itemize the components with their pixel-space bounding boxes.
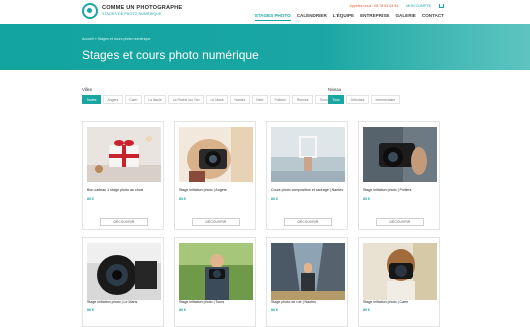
course-price: 80 € — [271, 197, 278, 201]
city-chip[interactable]: Poitiers — [269, 95, 291, 104]
course-price: 80 € — [363, 308, 370, 312]
level-chip[interactable]: Intermédiaire — [370, 95, 400, 104]
course-title[interactable]: Stage initiation photo | Caen — [363, 300, 437, 304]
street-photographer-image[interactable] — [271, 243, 345, 300]
city-chip[interactable]: Caen — [124, 95, 142, 104]
gift-box-image[interactable] — [87, 127, 161, 182]
camera-closeup-image[interactable] — [87, 243, 161, 300]
discover-button[interactable]: DÉCOUVRIR — [376, 218, 424, 226]
course-card[interactable]: Stage photo de rue | Nantes 80 € — [266, 237, 348, 327]
city-chip[interactable]: Nantes — [230, 95, 250, 104]
frame-at-sea-image[interactable] — [271, 127, 345, 182]
course-price: 80 € — [87, 308, 94, 312]
course-card[interactable]: Stage initiation photo | Poitiers 80 € D… — [358, 121, 440, 230]
course-price: 80 € — [179, 308, 186, 312]
level-filter-label: Niveau — [328, 87, 342, 92]
top-utility-bar: Appelez nous : 06 78 54 04 54 MON COMPTE — [349, 4, 444, 8]
nav-calendrier[interactable]: CALENDRIER — [297, 13, 327, 21]
woman-photographer-image[interactable] — [363, 243, 437, 300]
nav-stages-photo[interactable]: STAGES PHOTO — [254, 13, 291, 21]
city-filter: Villes Toutes Angers Caen La Baule La Ro… — [82, 87, 334, 104]
course-card[interactable]: Stage initiation photo | Caen 80 € — [358, 237, 440, 327]
city-chip[interactable]: Toutes — [82, 95, 101, 104]
level-chip[interactable]: Débutant — [346, 95, 369, 104]
course-title[interactable]: Stage initiation photo | Tours — [179, 300, 253, 304]
discover-button[interactable]: DÉCOUVRIR — [192, 218, 240, 226]
camera-logo-icon — [82, 3, 98, 19]
city-chip[interactable]: La Roche sur Yon — [168, 95, 205, 104]
logo-name: COMME UN PHOTOGRAPHE — [102, 4, 183, 11]
course-price: 80 € — [271, 308, 278, 312]
account-link[interactable]: MON COMPTE — [406, 4, 431, 8]
site-header: COMME UN PHOTOGRAPHE STAGES DE PHOTO NUM… — [0, 0, 530, 24]
discover-button[interactable]: DÉCOUVRIR — [100, 218, 148, 226]
breadcrumb[interactable]: Accueil » Stages et cours photo numériqu… — [82, 37, 151, 41]
page-title: Stages et cours photo numérique — [82, 48, 259, 62]
course-card[interactable]: Stage initiation photo | Tours 80 € — [174, 237, 256, 327]
city-chip[interactable]: Le Mans — [206, 95, 229, 104]
course-title[interactable]: Cours photo composition et cadrage | Nan… — [271, 188, 345, 192]
main-nav: STAGES PHOTO CALENDRIER L'ÉQUIPE ENTREPR… — [249, 13, 444, 21]
discover-button[interactable]: DÉCOUVRIR — [284, 218, 332, 226]
city-filter-label: Villes — [82, 87, 92, 92]
level-chip[interactable]: Tous — [328, 95, 345, 104]
course-card[interactable]: Stage initiation photo | Le Mans 80 € — [82, 237, 164, 327]
course-price: 80 € — [179, 197, 186, 201]
photographer-forest-image[interactable] — [179, 243, 253, 300]
nav-entreprise[interactable]: ENTREPRISE — [360, 13, 389, 21]
page-hero: Accueil » Stages et cours photo numériqu… — [0, 24, 530, 70]
course-price: 80 € — [87, 197, 94, 201]
course-card[interactable]: Stage initiation photo | Angers 80 € DÉC… — [174, 121, 256, 230]
nav-galerie[interactable]: GALERIE — [395, 13, 415, 21]
course-title[interactable]: Bon cadeau 1 stage photo au choix — [87, 188, 161, 192]
city-chip[interactable]: Rennes — [292, 95, 313, 104]
course-price: 80 € — [363, 197, 370, 201]
course-title[interactable]: Stage initiation photo | Angers — [179, 188, 253, 192]
level-filter: Niveau Tous Débutant Intermédiaire — [328, 87, 402, 104]
logo-tagline: STAGES DE PHOTO NUMÉRIQUE — [102, 11, 162, 16]
course-title[interactable]: Stage initiation photo | Le Mans — [87, 300, 161, 304]
nav-contact[interactable]: CONTACT — [422, 13, 444, 21]
site-logo[interactable]: COMME UN PHOTOGRAPHE STAGES DE PHOTO NUM… — [82, 3, 182, 19]
camera-lens-image[interactable] — [363, 127, 437, 182]
city-chip[interactable]: Niort — [251, 95, 268, 104]
course-title[interactable]: Stage initiation photo | Poitiers — [363, 188, 437, 192]
city-chip[interactable]: Angers — [103, 95, 123, 104]
course-title[interactable]: Stage photo de rue | Nantes — [271, 300, 345, 304]
nav-equipe[interactable]: L'ÉQUIPE — [333, 13, 354, 21]
course-card[interactable]: Bon cadeau 1 stage photo au choix 80 € D… — [82, 121, 164, 230]
city-chip[interactable]: La Baule — [143, 95, 167, 104]
cart-icon[interactable] — [439, 4, 444, 8]
photographer-image[interactable] — [179, 127, 253, 182]
phone-call-link[interactable]: Appelez nous : 06 78 54 04 54 — [349, 4, 398, 8]
course-card[interactable]: Cours photo composition et cadrage | Nan… — [266, 121, 348, 230]
